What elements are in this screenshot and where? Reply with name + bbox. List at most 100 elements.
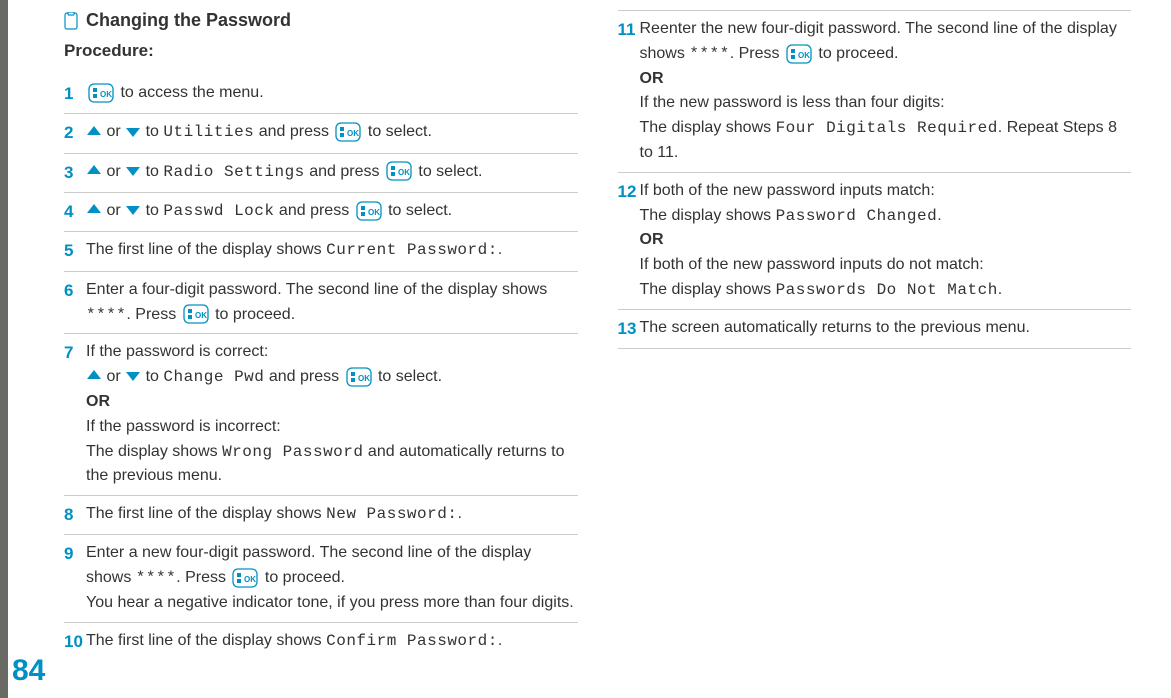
step-number: 6	[64, 278, 86, 328]
text: and press	[254, 123, 333, 140]
text: .	[998, 281, 1002, 298]
step-12: 12 If both of the new password inputs ma…	[618, 173, 1132, 310]
step-number: 10	[64, 629, 86, 655]
step-body: Reenter the new four-digit password. The…	[640, 17, 1132, 166]
step-body: or to Passwd Lock and press OK to select…	[86, 199, 578, 225]
text: to	[141, 202, 163, 219]
svg-text:OK: OK	[368, 208, 380, 217]
display-text: ****	[86, 306, 126, 324]
text: to	[141, 123, 163, 140]
text: .	[937, 207, 941, 224]
ok-icon: OK	[786, 44, 812, 64]
step-number: 4	[64, 199, 86, 225]
text: If the password is incorrect:	[86, 415, 578, 440]
text: If both of the new password inputs match…	[640, 179, 1132, 204]
document-icon	[64, 12, 78, 30]
left-column: Changing the Password Procedure: 1 OK to…	[24, 10, 598, 688]
step-body: OK to access the menu.	[86, 81, 578, 107]
step-body: The first line of the display shows New …	[86, 502, 578, 528]
svg-text:OK: OK	[798, 51, 810, 60]
step-number: 8	[64, 502, 86, 528]
ok-icon: OK	[386, 161, 412, 181]
text: The first line of the display shows	[86, 505, 326, 522]
down-arrow-icon	[126, 167, 140, 176]
step-body: If the password is correct: or to Change…	[86, 340, 578, 489]
display-text: Passwd Lock	[163, 202, 274, 220]
text: or	[102, 163, 125, 180]
page: Changing the Password Procedure: 1 OK to…	[0, 0, 1171, 698]
svg-text:OK: OK	[244, 575, 256, 584]
step-number: 2	[64, 120, 86, 146]
down-arrow-icon	[126, 372, 140, 381]
text: and press	[274, 202, 353, 219]
step-9: 9 Enter a new four-digit password. The s…	[64, 535, 578, 622]
ok-icon: OK	[88, 83, 114, 103]
page-number: 84	[12, 654, 45, 688]
step-10: 10 The first line of the display shows C…	[64, 623, 578, 661]
step-body: The first line of the display shows Curr…	[86, 238, 578, 264]
step-number: 9	[64, 541, 86, 615]
step-13: 13 The screen automatically returns to t…	[618, 310, 1132, 349]
step-7: 7 If the password is correct: or to Chan…	[64, 334, 578, 496]
up-arrow-icon	[87, 370, 101, 379]
step-2: 2 or to Utilities and press OK to select…	[64, 114, 578, 153]
text: or	[102, 368, 125, 385]
step-body: or to Radio Settings and press OK to sel…	[86, 160, 578, 186]
text: to select.	[363, 123, 431, 140]
up-arrow-icon	[87, 126, 101, 135]
text: The display shows	[86, 443, 222, 460]
display-text: Four Digitals Required	[776, 119, 998, 137]
step-number: 3	[64, 160, 86, 186]
text: to proceed.	[260, 569, 345, 586]
text: If both of the new password inputs do no…	[640, 253, 1132, 278]
text: Enter a four-digit password. The second …	[86, 281, 547, 298]
step-11: 11 Reenter the new four-digit password. …	[618, 10, 1132, 173]
down-arrow-icon	[126, 128, 140, 137]
right-column: 11 Reenter the new four-digit password. …	[598, 10, 1132, 688]
step-body: Enter a new four-digit password. The sec…	[86, 541, 578, 615]
step-5: 5 The first line of the display shows Cu…	[64, 232, 578, 271]
text: to	[141, 163, 163, 180]
display-text: Change Pwd	[163, 368, 264, 386]
display-text: Passwords Do Not Match	[776, 281, 998, 299]
step-8: 8 The first line of the display shows Ne…	[64, 496, 578, 535]
ok-icon: OK	[346, 367, 372, 387]
text: If the new password is less than four di…	[640, 91, 1132, 116]
step-number: 5	[64, 238, 86, 264]
step-6: 6 Enter a four-digit password. The secon…	[64, 272, 578, 335]
step-body: The first line of the display shows Conf…	[86, 629, 578, 655]
svg-text:OK: OK	[347, 129, 359, 138]
text: to	[141, 368, 163, 385]
text: or	[102, 123, 125, 140]
text: to proceed.	[814, 45, 899, 62]
ok-icon: OK	[183, 304, 209, 324]
up-arrow-icon	[87, 165, 101, 174]
up-arrow-icon	[87, 204, 101, 213]
step-number: 11	[618, 17, 640, 166]
svg-text:OK: OK	[100, 90, 112, 99]
or-label: OR	[640, 228, 1132, 253]
text: . Press	[126, 306, 180, 323]
heading-text: Changing the Password	[86, 10, 291, 31]
ok-icon: OK	[232, 568, 258, 588]
text: The display shows	[640, 281, 776, 298]
text: If the password is correct:	[86, 340, 578, 365]
svg-text:OK: OK	[358, 374, 370, 383]
step-number: 13	[618, 316, 640, 342]
text: The display shows	[640, 207, 776, 224]
display-text: ****	[689, 45, 729, 63]
svg-text:OK: OK	[195, 311, 207, 320]
text: and press	[264, 368, 343, 385]
text: You hear a negative indicator tone, if y…	[86, 591, 578, 616]
or-label: OR	[86, 390, 578, 415]
step-number: 7	[64, 340, 86, 489]
text: to access the menu.	[116, 84, 264, 101]
display-text: Utilities	[163, 123, 254, 141]
section-heading: Changing the Password	[64, 10, 578, 31]
ok-icon: OK	[356, 201, 382, 221]
text: The first line of the display shows	[86, 632, 326, 649]
procedure-label: Procedure:	[64, 41, 578, 61]
display-text: Current Password:	[326, 241, 498, 259]
text: to select.	[384, 202, 452, 219]
text: and press	[305, 163, 384, 180]
